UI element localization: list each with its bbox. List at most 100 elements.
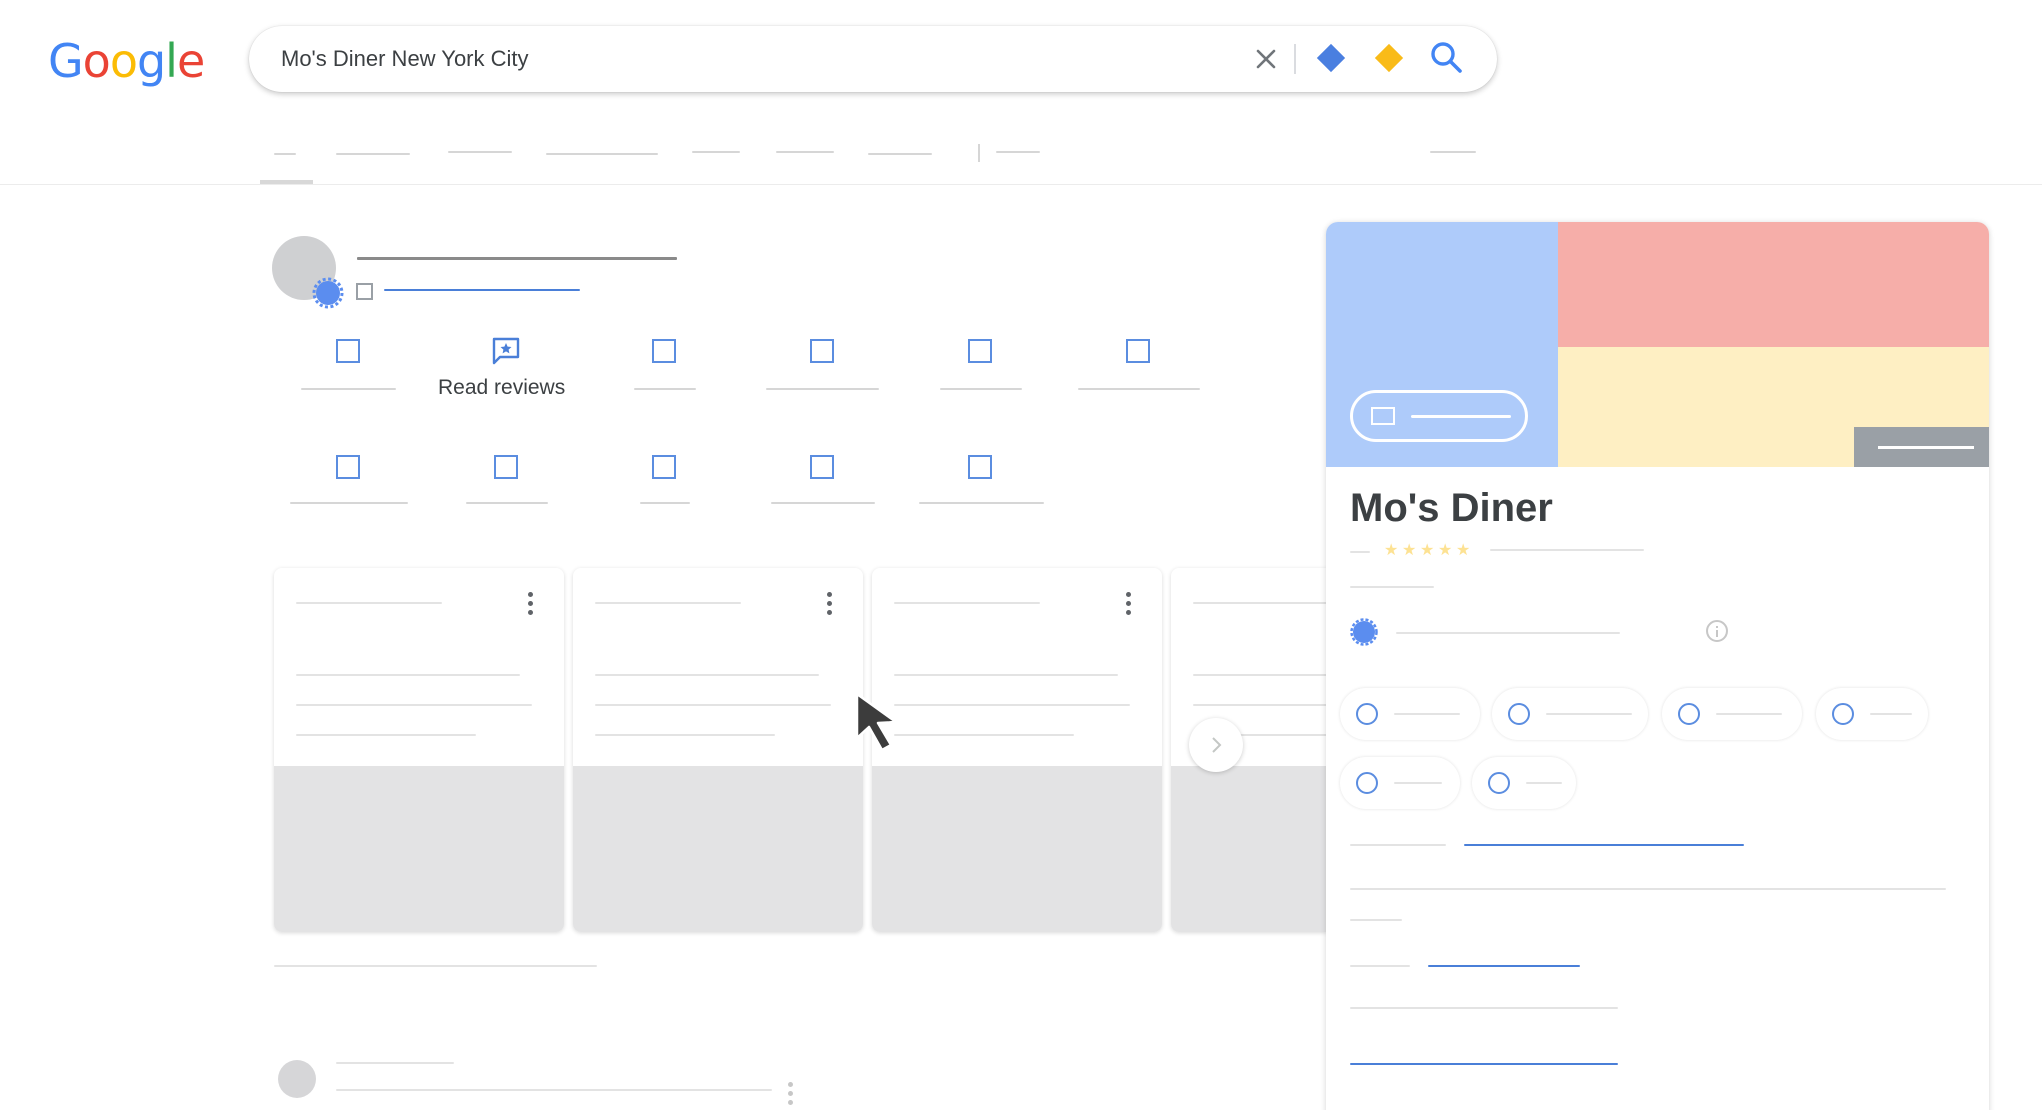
action-icon-9[interactable] — [652, 455, 676, 479]
more-results-link[interactable] — [274, 965, 597, 967]
carousel-card[interactable] — [274, 568, 564, 932]
action-icon-11[interactable] — [968, 455, 992, 479]
star-icon: ★ — [1420, 542, 1435, 559]
see-photos-button[interactable] — [1350, 390, 1528, 442]
see-outside-button[interactable] — [1854, 427, 1989, 467]
reviews-count[interactable] — [1490, 549, 1644, 551]
verified-badge-icon — [1350, 618, 1378, 646]
clear-icon[interactable] — [1249, 42, 1283, 76]
card-image — [274, 766, 564, 932]
action-icon-4[interactable] — [810, 339, 834, 363]
action-icon-6[interactable] — [1126, 339, 1150, 363]
kebab-icon[interactable] — [827, 592, 833, 618]
action-label-6[interactable] — [1078, 388, 1200, 390]
image-search-icon[interactable] — [1374, 43, 1404, 73]
knowledge-panel: Mo's Diner ★ ★ ★ ★ ★ — [1326, 222, 1989, 1110]
tabs-divider — [0, 184, 2042, 185]
info-icon[interactable] — [1706, 620, 1728, 642]
kp-photo[interactable] — [1558, 222, 1989, 347]
chip-icon — [1356, 772, 1378, 794]
tab-tools[interactable] — [1430, 151, 1476, 153]
voice-search-icon[interactable] — [1316, 43, 1346, 73]
action-label-8[interactable] — [466, 502, 548, 504]
card-text-line — [894, 704, 1130, 706]
kp-category — [1350, 586, 1434, 588]
kp-title: Mo's Diner — [1350, 486, 1553, 530]
card-text-line — [1193, 674, 1327, 676]
kebab-icon[interactable] — [528, 592, 534, 618]
search-input[interactable]: Mo's Diner New York City — [281, 46, 529, 72]
kebab-icon[interactable] — [788, 1082, 794, 1108]
carousel-card[interactable] — [573, 568, 863, 932]
tab-8[interactable] — [996, 151, 1040, 153]
action-label-5[interactable] — [940, 388, 1022, 390]
card-image — [1171, 766, 1327, 932]
action-label-7[interactable] — [290, 502, 408, 504]
card-title — [595, 602, 741, 604]
result-title[interactable] — [357, 257, 677, 260]
review-icon[interactable] — [490, 335, 522, 367]
chip-icon — [1508, 703, 1530, 725]
search-bar-divider — [1294, 44, 1296, 74]
tab-4[interactable] — [546, 153, 658, 155]
action-label-1[interactable] — [301, 388, 396, 390]
result-url[interactable] — [384, 289, 580, 291]
chip-label — [1870, 713, 1912, 715]
kp-detail-text — [1350, 1007, 1618, 1009]
kp-action-chip[interactable] — [1340, 688, 1480, 740]
kp-claim-text — [1396, 632, 1620, 634]
tab-3[interactable] — [448, 151, 512, 153]
action-label-4[interactable] — [766, 388, 879, 390]
read-reviews-button[interactable]: Read reviews — [438, 376, 565, 400]
action-icon-10[interactable] — [810, 455, 834, 479]
kp-detail-link[interactable] — [1350, 1063, 1618, 1065]
chip-icon — [1488, 772, 1510, 794]
action-icon-1[interactable] — [336, 339, 360, 363]
kp-detail-text — [1350, 888, 1946, 890]
action-icon-3[interactable] — [652, 339, 676, 363]
mouse-cursor-icon — [855, 692, 898, 752]
kp-detail-link[interactable] — [1464, 844, 1744, 846]
star-icon: ★ — [1384, 542, 1399, 559]
kp-action-chip[interactable] — [1816, 688, 1928, 740]
action-label-3[interactable] — [634, 388, 696, 390]
rating-value — [1350, 551, 1370, 553]
action-icon-7[interactable] — [336, 455, 360, 479]
carousel-next-button[interactable] — [1189, 718, 1243, 772]
tab-all[interactable] — [274, 153, 296, 155]
card-text-line — [595, 674, 819, 676]
kp-action-chip[interactable] — [1492, 688, 1648, 740]
chevron-right-icon — [1212, 737, 1222, 753]
action-label-11[interactable] — [919, 502, 1044, 504]
google-logo[interactable]: Google — [48, 34, 205, 88]
kp-detail-link[interactable] — [1428, 965, 1580, 967]
kp-action-chip[interactable] — [1662, 688, 1802, 740]
tab-2[interactable] — [336, 153, 410, 155]
card-text-line — [296, 734, 476, 736]
action-icon-8[interactable] — [494, 455, 518, 479]
search-icon[interactable] — [1429, 40, 1465, 76]
card-text-line — [595, 734, 775, 736]
card-title — [296, 602, 442, 604]
search-bar[interactable]: Mo's Diner New York City — [249, 26, 1497, 92]
kp-action-chip[interactable] — [1472, 757, 1576, 809]
tab-7[interactable] — [868, 153, 932, 155]
chip-icon — [1832, 703, 1854, 725]
chip-icon — [1356, 703, 1378, 725]
star-icon: ★ — [1402, 542, 1417, 559]
card-text-line — [595, 704, 831, 706]
pill-label — [1411, 415, 1511, 418]
carousel-card[interactable] — [872, 568, 1162, 932]
card-title — [894, 602, 1040, 604]
action-label-9[interactable] — [640, 502, 690, 504]
card-text-line — [1193, 704, 1327, 706]
tab-6[interactable] — [776, 151, 834, 153]
card-image — [872, 766, 1162, 932]
kp-action-chip[interactable] — [1340, 757, 1460, 809]
action-label-10[interactable] — [771, 502, 875, 504]
kebab-icon[interactable] — [1126, 592, 1132, 618]
tab-5[interactable] — [692, 151, 740, 153]
result-url[interactable] — [336, 1089, 772, 1091]
action-icon-5[interactable] — [968, 339, 992, 363]
result-title[interactable] — [336, 1062, 454, 1064]
